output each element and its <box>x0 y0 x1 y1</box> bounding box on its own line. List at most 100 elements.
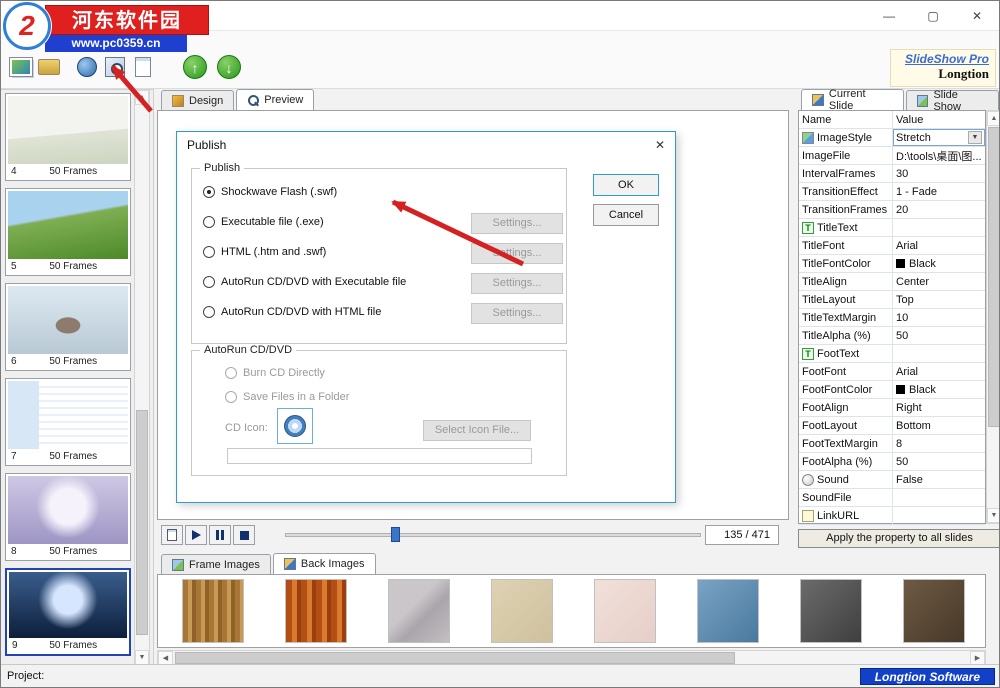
texture-thumbnail[interactable] <box>388 579 450 643</box>
preview-slider[interactable] <box>285 525 701 545</box>
slide-thumbnail-4[interactable]: 450 Frames <box>5 93 131 181</box>
scrollbar-thumb[interactable] <box>988 127 1000 427</box>
scroll-up-icon[interactable]: ▲ <box>135 90 149 105</box>
property-row[interactable]: LinkURL <box>799 507 985 525</box>
radio-save-folder[interactable]: Save Files in a Folder <box>225 391 349 403</box>
select-icon-file-button[interactable]: Select Icon File... <box>423 420 531 441</box>
scrollbar-thumb[interactable] <box>175 652 735 664</box>
text-icon: T <box>802 222 814 234</box>
slider-thumb[interactable] <box>391 527 400 542</box>
document-button[interactable] <box>161 525 183 545</box>
settings-button-html[interactable]: Settings... <box>471 243 563 264</box>
tab-back-images[interactable]: Back Images <box>273 553 376 574</box>
texture-thumbnail[interactable] <box>903 579 965 643</box>
tab-frame-images[interactable]: Frame Images <box>161 554 271 574</box>
slide-image <box>8 381 128 449</box>
texture-thumbnail[interactable] <box>285 579 347 643</box>
stop-button[interactable] <box>233 525 255 545</box>
icon-file-input[interactable] <box>227 448 532 464</box>
autorun-group-label: AutoRun CD/DVD <box>200 344 296 356</box>
radio-burn-cd[interactable]: Burn CD Directly <box>225 367 325 379</box>
property-row[interactable]: FootFontArial <box>799 363 985 381</box>
scroll-up-icon[interactable]: ▲ <box>987 111 1000 126</box>
texture-thumbnail[interactable] <box>697 579 759 643</box>
slides-scrollbar[interactable]: ▲ ▼ <box>134 89 150 666</box>
property-row[interactable]: TitleAlignCenter <box>799 273 985 291</box>
scroll-down-icon[interactable]: ▼ <box>987 508 1000 523</box>
slide-thumbnail-8[interactable]: 850 Frames <box>5 473 131 561</box>
cancel-button[interactable]: Cancel <box>593 204 659 226</box>
texture-thumbnail[interactable] <box>594 579 656 643</box>
slide-thumbnail-9[interactable]: 950 Frames <box>5 568 131 656</box>
imagestyle-combobox[interactable]: Stretch▼ <box>893 129 985 146</box>
slider-track[interactable] <box>285 533 701 537</box>
back-images-strip <box>157 574 986 648</box>
magnifier-icon <box>247 94 259 106</box>
texture-thumbnail[interactable] <box>491 579 553 643</box>
property-row[interactable]: TitleTextMargin10 <box>799 309 985 327</box>
scroll-down-icon[interactable]: ▼ <box>135 650 149 665</box>
property-row[interactable]: TransitionFrames20 <box>799 201 985 219</box>
tab-preview[interactable]: Preview <box>236 89 314 110</box>
texture-thumbnail[interactable] <box>800 579 862 643</box>
grid-scrollbar[interactable]: ▲ ▼ <box>986 110 1000 524</box>
ok-button[interactable]: OK <box>593 174 659 196</box>
pause-button[interactable] <box>209 525 231 545</box>
slide-thumbnail-5[interactable]: 550 Frames <box>5 188 131 276</box>
brand-product: SlideShow Pro <box>897 52 989 66</box>
property-row[interactable]: TitleAlpha (%)50 <box>799 327 985 345</box>
radio-icon <box>203 306 215 318</box>
status-bar: Project: Longtion Software <box>1 664 999 687</box>
scroll-right-icon[interactable]: ▶ <box>970 651 985 665</box>
property-row[interactable]: ImageFileD:\tools\桌面\图... <box>799 147 985 165</box>
property-row[interactable]: ImageStyle Stretch▼ <box>799 129 985 147</box>
photos-icon <box>10 58 32 76</box>
slide-frames-label: 50 Frames <box>17 166 130 179</box>
property-row[interactable]: TitleFontColorBlack <box>799 255 985 273</box>
watermark-site-name: 河东软件园 <box>45 5 209 35</box>
texture-thumbnail[interactable] <box>182 579 244 643</box>
grid-header: Name Value <box>799 111 985 129</box>
property-row[interactable]: TTitleText <box>799 219 985 237</box>
settings-button-autorun-html[interactable]: Settings... <box>471 303 563 324</box>
publish-dialog: Publish ✕ Publish Shockwave Flash (.swf)… <box>176 131 676 503</box>
dropdown-arrow-icon[interactable]: ▼ <box>968 131 982 144</box>
tab-current-slide[interactable]: Current Slide <box>801 89 904 110</box>
property-row[interactable]: TitleLayoutTop <box>799 291 985 309</box>
property-row[interactable]: TransitionEffect1 - Fade <box>799 183 985 201</box>
radio-autorun-html[interactable]: AutoRun CD/DVD with HTML file <box>203 306 381 318</box>
move-down-icon[interactable]: ↓ <box>215 53 243 81</box>
property-row[interactable]: FootFontColorBlack <box>799 381 985 399</box>
property-row[interactable]: IntervalFrames30 <box>799 165 985 183</box>
slide-thumbnail-7[interactable]: 750 Frames <box>5 378 131 466</box>
maximize-button[interactable]: ▢ <box>911 1 955 31</box>
apply-to-all-slides-button[interactable]: Apply the property to all slides <box>798 529 1000 548</box>
folder-icon <box>38 59 60 75</box>
property-row[interactable]: FootAlpha (%)50 <box>799 453 985 471</box>
settings-button-exe[interactable]: Settings... <box>471 213 563 234</box>
tab-design[interactable]: Design <box>161 90 234 110</box>
slide-image <box>8 96 128 164</box>
slide-thumbnail-6[interactable]: 650 Frames <box>5 283 131 371</box>
brand-box: SlideShow Pro Longtion <box>890 49 996 87</box>
settings-button-autorun-exe[interactable]: Settings... <box>471 273 563 294</box>
radio-autorun-executable[interactable]: AutoRun CD/DVD with Executable file <box>203 276 406 288</box>
property-row[interactable]: TitleFontArial <box>799 237 985 255</box>
close-button[interactable]: ✕ <box>955 1 999 31</box>
radio-executable-file[interactable]: Executable file (.exe) <box>203 216 324 228</box>
property-row[interactable]: SoundFile <box>799 489 985 507</box>
radio-shockwave-flash[interactable]: Shockwave Flash (.swf) <box>203 186 337 198</box>
scroll-left-icon[interactable]: ◀ <box>158 651 173 665</box>
property-row[interactable]: SoundFalse <box>799 471 985 489</box>
property-row[interactable]: TFootText <box>799 345 985 363</box>
property-row[interactable]: FootLayoutBottom <box>799 417 985 435</box>
tab-slide-show[interactable]: Slide Show <box>906 90 999 110</box>
radio-html[interactable]: HTML (.htm and .swf) <box>203 246 326 258</box>
play-button[interactable] <box>185 525 207 545</box>
minimize-button[interactable]: — <box>867 1 911 31</box>
cd-icon-preview <box>277 408 313 444</box>
property-row[interactable]: FootTextMargin8 <box>799 435 985 453</box>
scrollbar-thumb[interactable] <box>136 410 148 635</box>
dialog-close-icon[interactable]: ✕ <box>651 136 669 154</box>
property-row[interactable]: FootAlignRight <box>799 399 985 417</box>
